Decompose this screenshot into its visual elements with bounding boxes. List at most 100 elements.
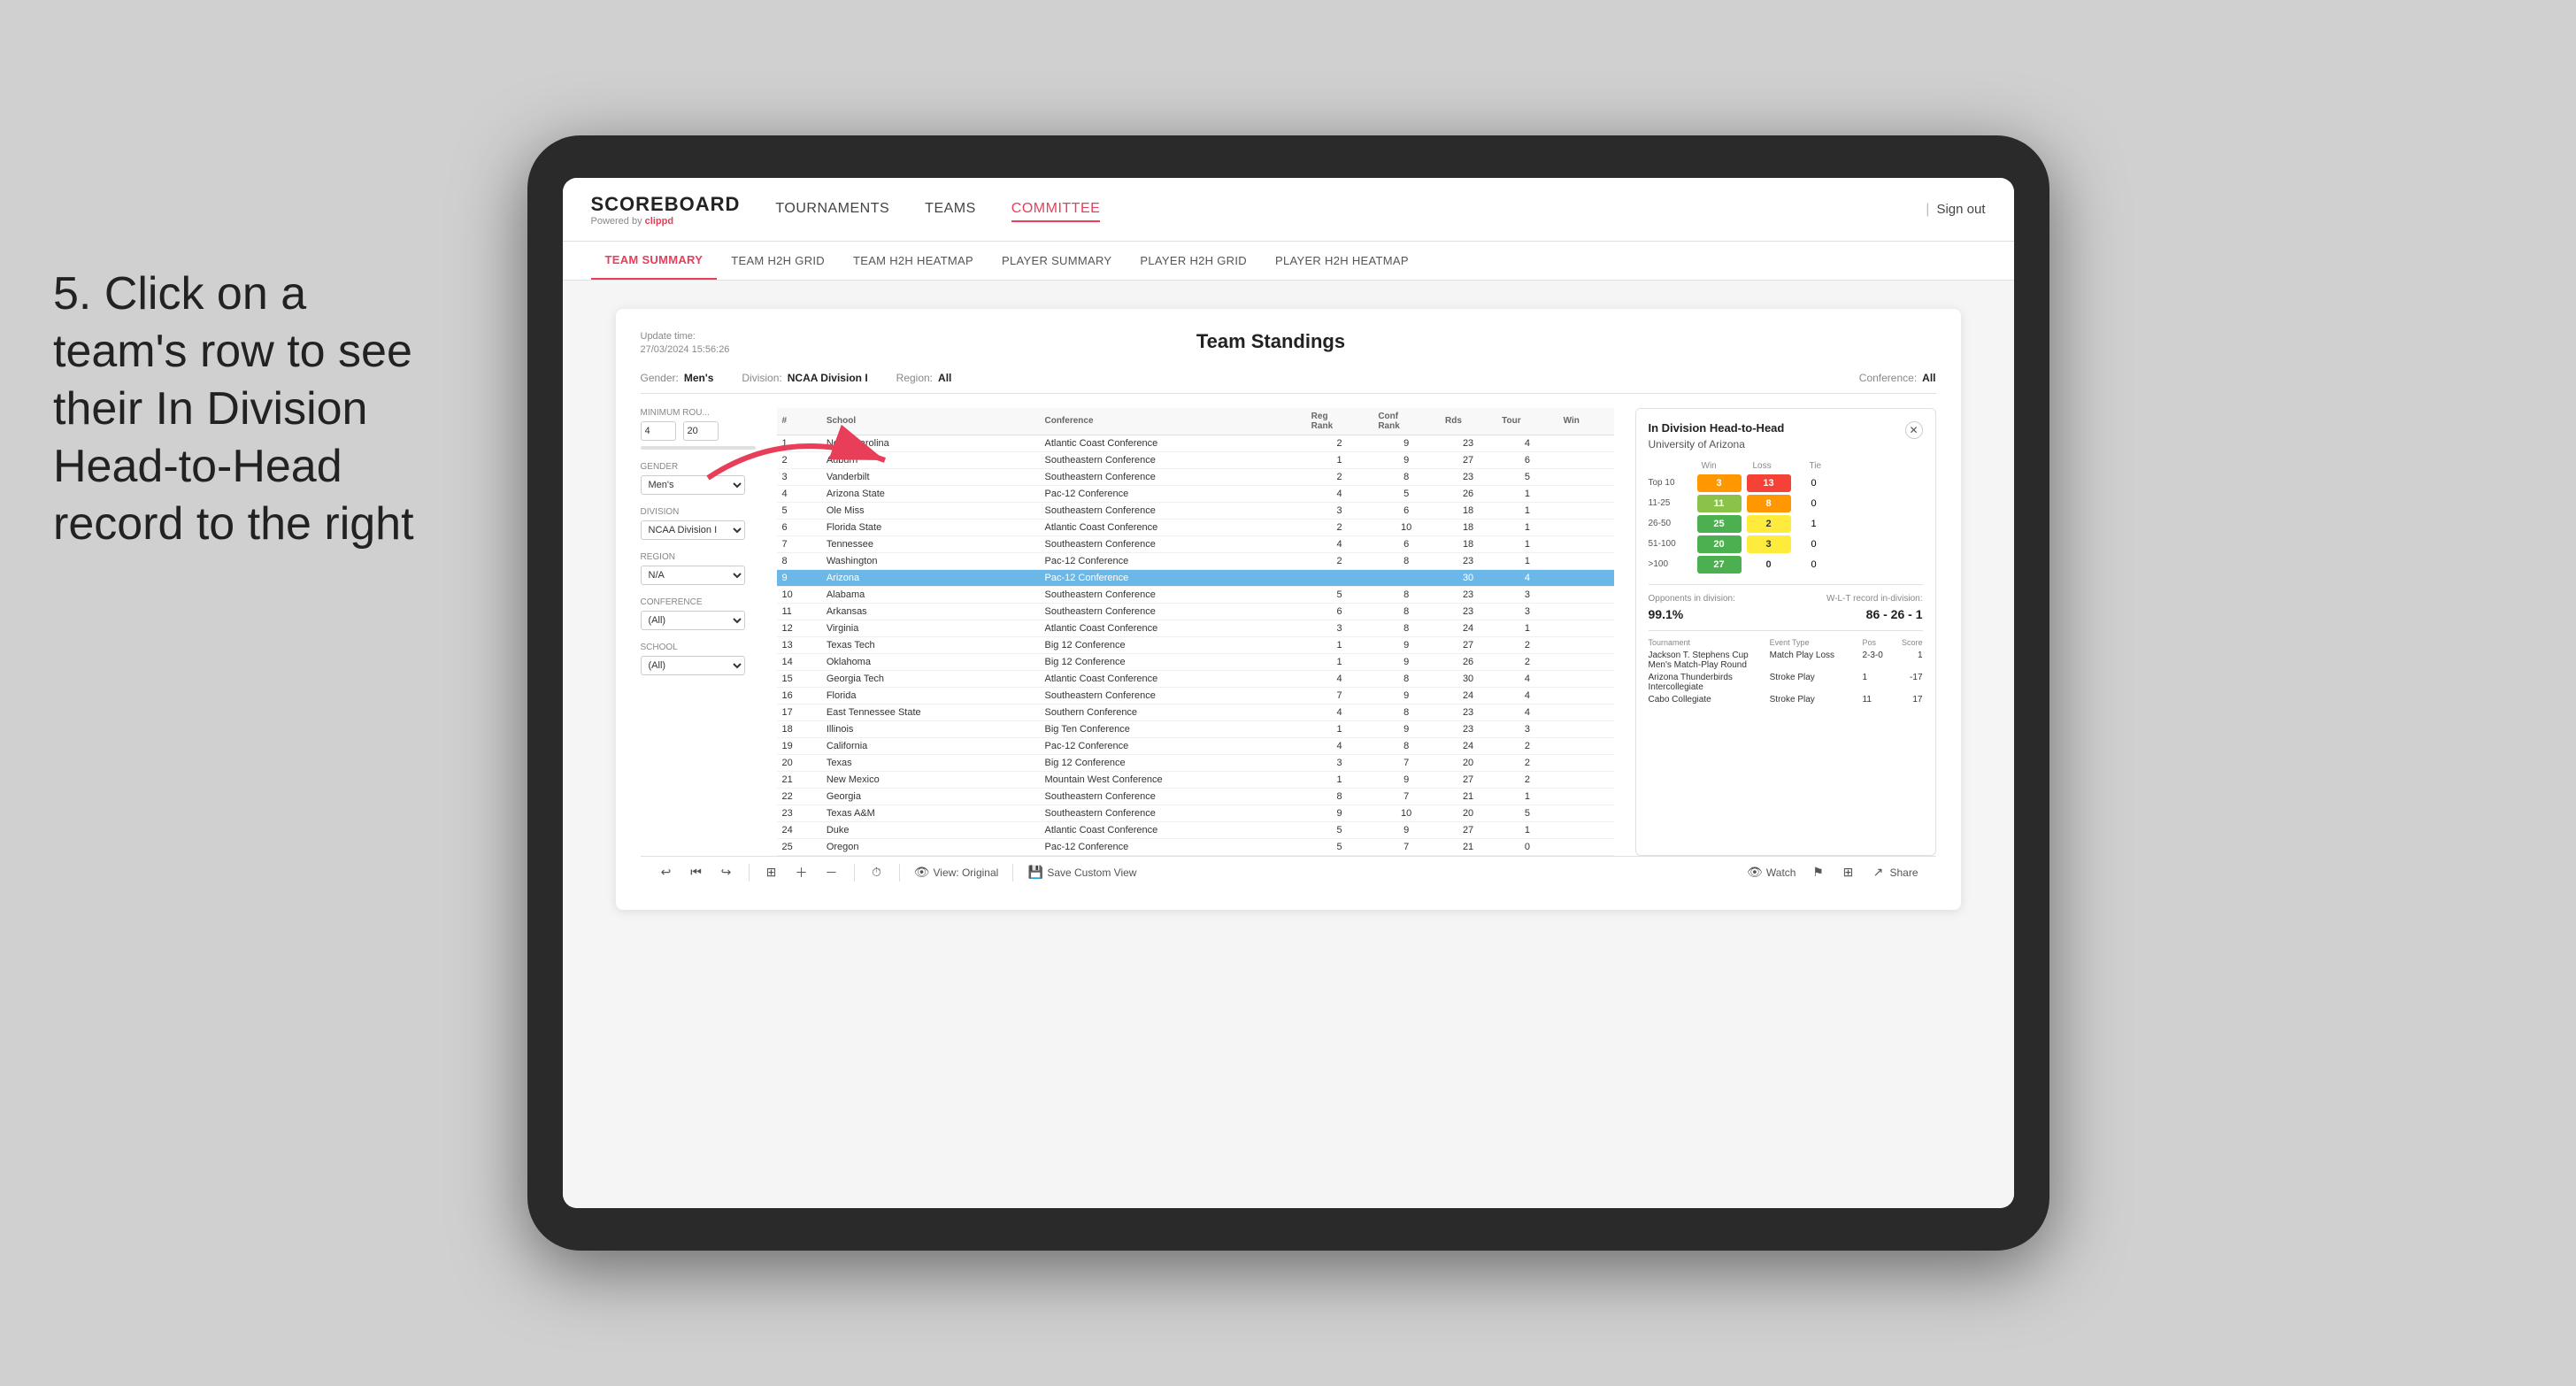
tourn-event: Match Play Loss <box>1770 651 1856 660</box>
watch-icon: 👁 <box>1747 865 1763 881</box>
toolbar-redo[interactable]: ↪ <box>719 865 734 881</box>
tourn-score: 1 <box>1896 651 1923 660</box>
cell-reg: 6 <box>1306 603 1373 620</box>
table-row[interactable]: 2 Auburn Southeastern Conference 1 9 27 … <box>777 451 1614 468</box>
filter-conference: Conference: All <box>1859 372 1936 384</box>
cell-tour: 2 <box>1496 653 1558 670</box>
cell-conf: 9 <box>1373 720 1440 737</box>
table-row[interactable]: 17 East Tennessee State Southern Confere… <box>777 704 1614 720</box>
toolbar-undo[interactable]: ↩ <box>658 865 674 881</box>
toolbar-share[interactable]: ↗ Share <box>1870 865 1918 881</box>
gender-select[interactable]: Men's <box>641 475 745 495</box>
h2h-range: 26-50 <box>1649 519 1697 528</box>
toolbar-step-back[interactable]: ⏮ <box>688 865 704 881</box>
cell-school: Texas Tech <box>821 636 1040 653</box>
cell-reg: 3 <box>1306 620 1373 636</box>
subnav-team-summary[interactable]: TEAM SUMMARY <box>591 242 718 280</box>
cell-tour: 1 <box>1496 821 1558 838</box>
table-row[interactable]: 1 North Carolina Atlantic Coast Conferen… <box>777 435 1614 451</box>
school-select[interactable]: (All) <box>641 656 745 675</box>
table-row[interactable]: 23 Texas A&M Southeastern Conference 9 1… <box>777 805 1614 821</box>
table-row[interactable]: 19 California Pac-12 Conference 4 8 24 2 <box>777 737 1614 754</box>
table-row[interactable]: 6 Florida State Atlantic Coast Conferenc… <box>777 519 1614 535</box>
slider-bar[interactable] <box>641 446 756 450</box>
cell-rds: 27 <box>1440 771 1496 788</box>
table-row[interactable]: 4 Arizona State Pac-12 Conference 4 5 26… <box>777 485 1614 502</box>
cell-reg: 9 <box>1306 805 1373 821</box>
table-row[interactable]: 7 Tennessee Southeastern Conference 4 6 … <box>777 535 1614 552</box>
cell-conf: 7 <box>1373 838 1440 855</box>
nav-sign-out[interactable]: Sign out <box>1936 202 1985 217</box>
table-row[interactable]: 12 Virginia Atlantic Coast Conference 3 … <box>777 620 1614 636</box>
cell-win <box>1558 569 1614 586</box>
min-rounds-input1[interactable] <box>641 421 676 441</box>
table-row[interactable]: 3 Vanderbilt Southeastern Conference 2 8… <box>777 468 1614 485</box>
cell-tour: 5 <box>1496 468 1558 485</box>
share-icon: ↗ <box>1870 865 1886 881</box>
table-area: # School Conference RegRank ConfRank Rds… <box>777 408 1614 856</box>
table-row[interactable]: 14 Oklahoma Big 12 Conference 1 9 26 2 <box>777 653 1614 670</box>
nav-teams[interactable]: TEAMS <box>925 197 976 222</box>
table-row[interactable]: 5 Ole Miss Southeastern Conference 3 6 1… <box>777 502 1614 519</box>
cell-rds: 21 <box>1440 838 1496 855</box>
cell-conference: Mountain West Conference <box>1039 771 1305 788</box>
toolbar-grid[interactable]: ⊞ <box>1840 865 1856 881</box>
table-row[interactable]: 25 Oregon Pac-12 Conference 5 7 21 0 <box>777 838 1614 855</box>
cell-conf: 10 <box>1373 805 1440 821</box>
cell-tour: 3 <box>1496 603 1558 620</box>
table-row[interactable]: 18 Illinois Big Ten Conference 1 9 23 3 <box>777 720 1614 737</box>
toolbar-watch[interactable]: 👁 Watch <box>1747 865 1796 881</box>
table-row[interactable]: 9 Arizona Pac-12 Conference 30 4 <box>777 569 1614 586</box>
cell-conf: 9 <box>1373 636 1440 653</box>
table-row[interactable]: 11 Arkansas Southeastern Conference 6 8 … <box>777 603 1614 620</box>
h2h-loss-cell: 3 <box>1747 535 1791 553</box>
cell-conference: Southeastern Conference <box>1039 468 1305 485</box>
cell-rds: 24 <box>1440 737 1496 754</box>
toolbar-minus[interactable]: － <box>824 865 840 881</box>
division-select[interactable]: NCAA Division I <box>641 520 745 540</box>
table-row[interactable]: 15 Georgia Tech Atlantic Coast Conferenc… <box>777 670 1614 687</box>
logo-powered: Powered by clippd <box>591 216 741 227</box>
subnav-player-summary[interactable]: PLAYER SUMMARY <box>988 242 1126 280</box>
nav-tournaments[interactable]: TOURNAMENTS <box>775 197 889 222</box>
toolbar-flag[interactable]: ⚑ <box>1810 865 1826 881</box>
region-select[interactable]: N/A <box>641 566 745 585</box>
toolbar-sep2 <box>854 864 855 882</box>
tourn-pos: 11 <box>1863 695 1889 705</box>
toolbar-view-original[interactable]: 👁 View: Original <box>914 865 999 881</box>
table-row[interactable]: 20 Texas Big 12 Conference 3 7 20 2 <box>777 754 1614 771</box>
cell-tour: 2 <box>1496 636 1558 653</box>
subnav-player-h2h-heatmap[interactable]: PLAYER H2H HEATMAP <box>1261 242 1423 280</box>
conference-select[interactable]: (All) <box>641 611 745 630</box>
toolbar-crop[interactable]: ⊞ <box>764 865 780 881</box>
cell-win <box>1558 838 1614 855</box>
table-row[interactable]: 8 Washington Pac-12 Conference 2 8 23 1 <box>777 552 1614 569</box>
subnav-team-h2h-grid[interactable]: TEAM H2H GRID <box>717 242 839 280</box>
h2h-title: In Division Head-to-Head <box>1649 421 1923 435</box>
toolbar-add[interactable]: ＋ <box>794 865 810 881</box>
min-rounds-input2[interactable] <box>683 421 719 441</box>
toolbar-save-custom[interactable]: 💾 Save Custom View <box>1027 865 1136 881</box>
table-row[interactable]: 24 Duke Atlantic Coast Conference 5 9 27… <box>777 821 1614 838</box>
cell-rds: 27 <box>1440 821 1496 838</box>
table-row[interactable]: 16 Florida Southeastern Conference 7 9 2… <box>777 687 1614 704</box>
cell-conf: 10 <box>1373 519 1440 535</box>
add-icon: ＋ <box>794 865 810 881</box>
card-title: Team Standings <box>729 330 1811 353</box>
toolbar-clock[interactable]: ⏱ <box>869 865 885 881</box>
h2h-stats-values: 99.1% 86 - 26 - 1 <box>1649 607 1923 621</box>
division-label: Division <box>641 507 756 517</box>
cell-num: 13 <box>777 636 821 653</box>
table-row[interactable]: 22 Georgia Southeastern Conference 8 7 2… <box>777 788 1614 805</box>
cell-conf: 8 <box>1373 670 1440 687</box>
subnav-team-h2h-heatmap[interactable]: TEAM H2H HEATMAP <box>839 242 988 280</box>
h2h-range: Top 10 <box>1649 478 1697 488</box>
subnav-player-h2h-grid[interactable]: PLAYER H2H GRID <box>1126 242 1261 280</box>
h2h-close-button[interactable]: ✕ <box>1905 421 1923 439</box>
redo-icon: ↪ <box>719 865 734 881</box>
cell-win <box>1558 821 1614 838</box>
nav-committee[interactable]: COMMITTEE <box>1011 197 1101 222</box>
table-row[interactable]: 13 Texas Tech Big 12 Conference 1 9 27 2 <box>777 636 1614 653</box>
table-row[interactable]: 21 New Mexico Mountain West Conference 1… <box>777 771 1614 788</box>
table-row[interactable]: 10 Alabama Southeastern Conference 5 8 2… <box>777 586 1614 603</box>
